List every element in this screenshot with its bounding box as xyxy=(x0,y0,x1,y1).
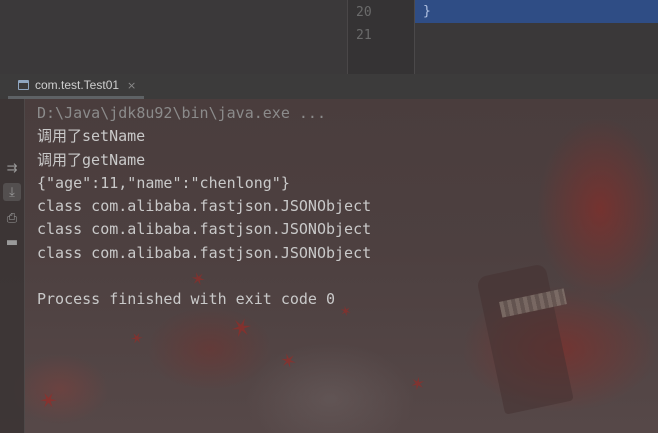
code-editor[interactable]: 20 21 } xyxy=(0,0,658,74)
run-tab[interactable]: com.test.Test01 × xyxy=(8,74,145,99)
clear-all-button[interactable]: ▬ xyxy=(3,233,21,251)
maple-leaf-decoration: ✶ xyxy=(277,347,300,375)
scroll-to-end-button[interactable]: ⤓ xyxy=(3,183,21,201)
print-button[interactable]: ⎙ xyxy=(3,209,21,227)
run-tab-bar: com.test.Test01 × xyxy=(0,74,658,100)
console-line: 调用了setName xyxy=(37,127,146,146)
print-icon: ⎙ xyxy=(6,210,18,226)
console-line: class com.alibaba.fastjson.JSONObject xyxy=(37,197,372,216)
line-number: 21 xyxy=(356,28,372,43)
close-icon[interactable]: × xyxy=(127,79,136,92)
maple-leaf-decoration: ✶ xyxy=(34,386,64,417)
run-tool-window: com.test.Test01 × ✶ ✶ ✶ ✶ ✶ ✶ ✶ ⇉ ⤓ ⎙ ▬ … xyxy=(0,74,658,433)
soft-wrap-icon: ⇉ xyxy=(6,160,18,176)
run-tab-label: com.test.Test01 xyxy=(35,78,120,92)
maple-leaf-decoration: ✶ xyxy=(408,372,427,397)
maple-leaf-decoration: ✶ xyxy=(225,311,257,347)
console-exit-message: Process finished with exit code 0 xyxy=(37,290,336,309)
console-line: class com.alibaba.fastjson.JSONObject xyxy=(37,243,372,262)
console-line: {"age":11,"name":"chenlong"} xyxy=(37,173,290,192)
console-line: 调用了getName xyxy=(37,150,146,169)
console-command-line: D:\Java\jdk8u92\bin\java.exe ... xyxy=(37,104,326,122)
trash-icon: ▬ xyxy=(5,234,19,250)
console-line: class com.alibaba.fastjson.JSONObject xyxy=(37,220,372,239)
editor-left-pane xyxy=(0,0,348,74)
scroll-to-end-icon: ⤓ xyxy=(9,184,15,200)
selected-line-highlight xyxy=(415,0,658,23)
console-output[interactable]: D:\Java\jdk8u92\bin\java.exe ... 调用了setN… xyxy=(37,102,637,312)
console-toolbar: ⇉ ⤓ ⎙ ▬ xyxy=(0,99,25,433)
run-config-icon xyxy=(18,80,29,90)
line-number: 20 xyxy=(356,5,372,20)
ide-window: 20 21 } com.test.Test01 × ✶ ✶ ✶ ✶ ✶ ✶ ✶ xyxy=(0,0,658,433)
code-line[interactable]: } xyxy=(423,4,431,19)
soft-wrap-button[interactable]: ⇉ xyxy=(3,159,21,177)
maple-leaf-decoration: ✶ xyxy=(126,327,147,350)
